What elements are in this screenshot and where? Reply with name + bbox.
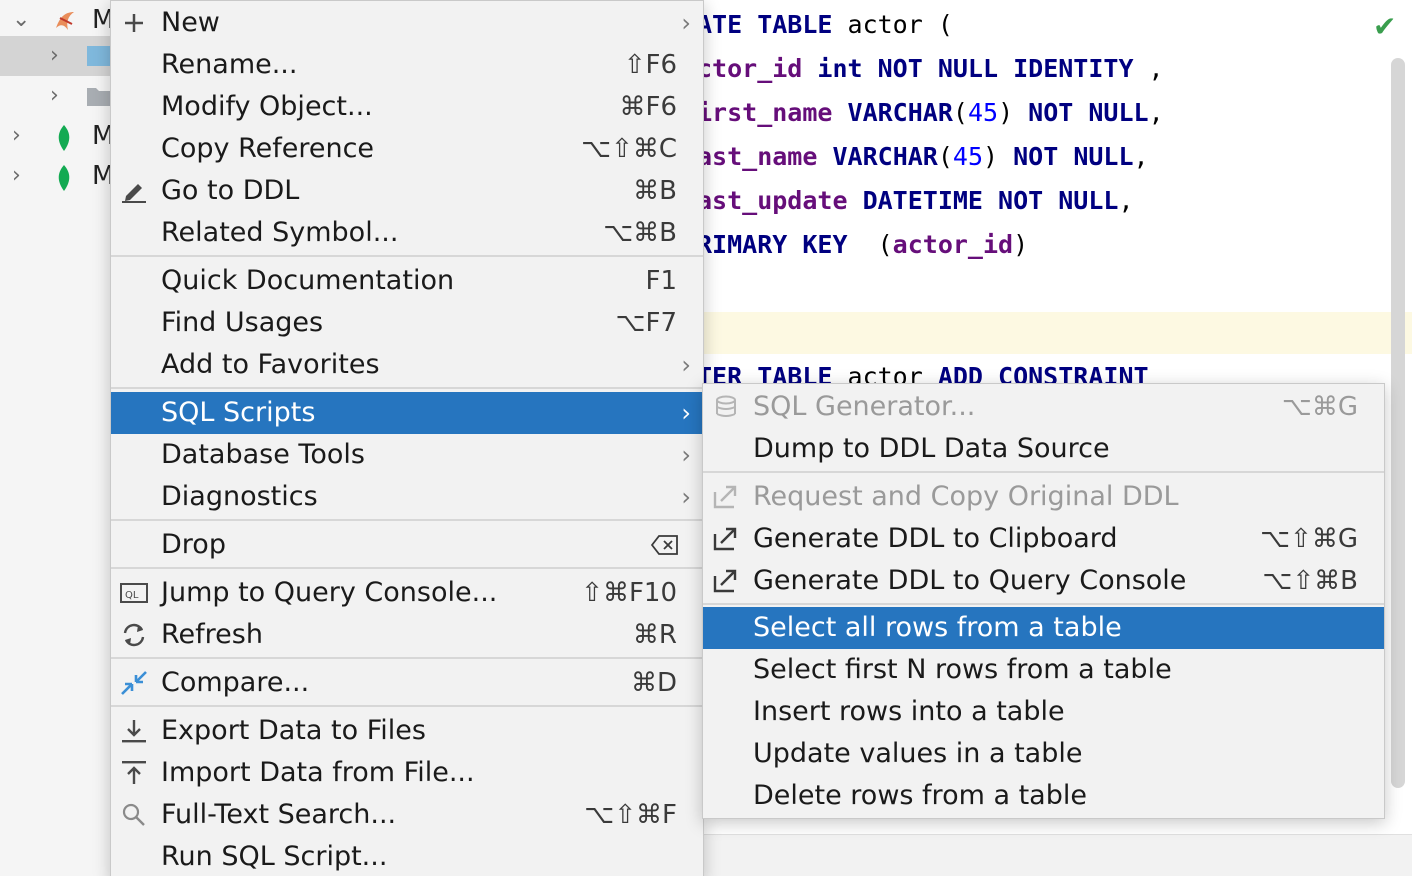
tree-row-mongo-2[interactable]: › M bbox=[0, 156, 114, 196]
chevron-right-icon: › bbox=[681, 399, 691, 427]
project-tree: ⌄ M › › › M › M bbox=[0, 0, 114, 876]
shortcut: ⌘D bbox=[630, 668, 677, 698]
shortcut: F1 bbox=[645, 266, 678, 296]
menu-item-import-data[interactable]: Import Data from File... bbox=[111, 752, 703, 794]
menu-item-generate-ddl-console[interactable]: Generate DDL to Query Console ⌥⇧⌘B bbox=[703, 560, 1384, 602]
menu-item-dump-to-ddl[interactable]: Dump to DDL Data Source bbox=[703, 428, 1384, 470]
query-console-icon: QL bbox=[120, 583, 148, 603]
code-line: ast_update DATETIME NOT NULL, bbox=[703, 186, 1134, 215]
chevron-right-icon[interactable]: › bbox=[50, 76, 59, 116]
menu-separator bbox=[111, 519, 703, 521]
schema-icon bbox=[87, 46, 111, 66]
chevron-right-icon: › bbox=[681, 441, 691, 469]
code-line: ctor_id int NOT NULL IDENTITY , bbox=[703, 54, 1164, 83]
sql-generator-icon bbox=[716, 395, 736, 417]
menu-item-diagnostics[interactable]: Diagnostics › bbox=[111, 476, 703, 518]
menu-item-related-symbol[interactable]: Related Symbol... ⌥⌘B bbox=[111, 212, 703, 254]
plus-icon bbox=[125, 14, 143, 32]
menu-item-jump-to-query-console[interactable]: QL Jump to Query Console... ⇧⌘F10 bbox=[111, 572, 703, 614]
export-arrow-icon bbox=[713, 485, 737, 509]
menu-separator bbox=[111, 705, 703, 707]
code-line: irst_name VARCHAR(45) NOT NULL, bbox=[703, 98, 1164, 127]
menu-separator bbox=[111, 657, 703, 659]
refresh-icon bbox=[123, 623, 145, 647]
menu-separator bbox=[111, 387, 703, 389]
menu-item-update-values[interactable]: Update values in a table bbox=[703, 733, 1384, 775]
menu-item-request-copy-ddl[interactable]: Request and Copy Original DDL bbox=[703, 476, 1384, 518]
tree-row-mongo-1[interactable]: › M bbox=[0, 116, 114, 156]
context-menu: New › Rename... ⇧F6 Modify Object... ⌘F6… bbox=[110, 0, 704, 876]
sql-scripts-submenu: SQL Generator... ⌥⌘G Dump to DDL Data So… bbox=[702, 383, 1385, 819]
compare-icon bbox=[121, 671, 147, 695]
shortcut: ⇧F6 bbox=[623, 50, 677, 80]
chevron-down-icon[interactable]: ⌄ bbox=[12, 0, 30, 40]
export-arrow-icon bbox=[713, 569, 737, 593]
export-arrow-icon bbox=[713, 527, 737, 551]
chevron-right-icon: › bbox=[681, 9, 691, 37]
caret-line-highlight bbox=[703, 312, 1412, 354]
menu-item-rename[interactable]: Rename... ⇧F6 bbox=[111, 44, 703, 86]
menu-item-insert-rows[interactable]: Insert rows into a table bbox=[703, 691, 1384, 733]
mongodb-icon bbox=[58, 125, 70, 151]
menu-separator bbox=[111, 255, 703, 257]
shortcut: ⇧⌘F10 bbox=[581, 578, 677, 608]
code-line: RIMARY KEY (actor_id) bbox=[703, 230, 1029, 259]
shortcut: ⌥⌘G bbox=[1281, 392, 1358, 422]
menu-separator bbox=[111, 567, 703, 569]
menu-item-copy-reference[interactable]: Copy Reference ⌥⇧⌘C bbox=[111, 128, 703, 170]
chevron-right-icon[interactable]: › bbox=[12, 116, 21, 156]
menu-item-new[interactable]: New › bbox=[111, 2, 703, 44]
svg-text:QL: QL bbox=[125, 590, 139, 601]
folder-icon bbox=[87, 88, 111, 106]
inspection-ok-icon[interactable]: ✔ bbox=[1373, 10, 1396, 43]
menu-item-select-all-rows[interactable]: Select all rows from a table bbox=[703, 607, 1384, 649]
menu-separator bbox=[703, 471, 1384, 473]
vertical-scrollbar[interactable] bbox=[1391, 58, 1405, 788]
pencil-icon bbox=[122, 184, 146, 203]
shortcut: ⌥⇧⌘B bbox=[1262, 566, 1358, 596]
chevron-right-icon: › bbox=[681, 483, 691, 511]
menu-item-database-tools[interactable]: Database Tools › bbox=[111, 434, 703, 476]
code-line: ast_name VARCHAR(45) NOT NULL, bbox=[703, 142, 1149, 171]
menu-item-compare[interactable]: Compare... ⌘D bbox=[111, 662, 703, 704]
menu-item-drop[interactable]: Drop bbox=[111, 524, 703, 566]
tree-row-folder[interactable]: › bbox=[0, 76, 112, 116]
download-icon bbox=[122, 720, 146, 743]
menu-item-generate-ddl-clipboard[interactable]: Generate DDL to Clipboard ⌥⇧⌘G bbox=[703, 518, 1384, 560]
menu-item-add-to-favorites[interactable]: Add to Favorites › bbox=[111, 344, 703, 386]
menu-item-modify-object[interactable]: Modify Object... ⌘F6 bbox=[111, 86, 703, 128]
menu-item-full-text-search[interactable]: Full-Text Search... ⌥⇧⌘F bbox=[111, 794, 703, 836]
chevron-right-icon[interactable]: › bbox=[50, 36, 59, 76]
menu-separator bbox=[703, 603, 1384, 605]
menu-item-find-usages[interactable]: Find Usages ⌥F7 bbox=[111, 302, 703, 344]
shortcut: ⌘F6 bbox=[619, 92, 678, 122]
tree-row-schema[interactable]: › bbox=[0, 36, 112, 76]
menu-item-run-sql-script[interactable]: Run SQL Script... bbox=[111, 836, 703, 876]
shortcut: ⌥⌘B bbox=[603, 218, 677, 248]
menu-item-refresh[interactable]: Refresh ⌘R bbox=[111, 614, 703, 656]
shortcut: ⌥F7 bbox=[615, 308, 677, 338]
search-icon bbox=[122, 803, 145, 826]
shortcut: ⌥⇧⌘C bbox=[581, 134, 677, 164]
chevron-right-icon: › bbox=[681, 351, 691, 379]
mongodb-icon bbox=[58, 165, 70, 191]
editor-bottom-bar bbox=[703, 834, 1412, 876]
menu-item-quick-documentation[interactable]: Quick Documentation F1 bbox=[111, 260, 703, 302]
menu-item-delete-rows[interactable]: Delete rows from a table bbox=[703, 775, 1384, 817]
menu-item-sql-scripts[interactable]: SQL Scripts › bbox=[111, 392, 703, 434]
chevron-right-icon[interactable]: › bbox=[12, 156, 21, 196]
code-line: ATE TABLE actor ( bbox=[703, 10, 953, 39]
shortcut: ⌥⇧⌘F bbox=[584, 800, 677, 830]
menu-item-go-to-ddl[interactable]: Go to DDL ⌘B bbox=[111, 170, 703, 212]
menu-item-select-first-n-rows[interactable]: Select first N rows from a table bbox=[703, 649, 1384, 691]
menu-item-sql-generator[interactable]: SQL Generator... ⌥⌘G bbox=[703, 386, 1384, 428]
upload-icon bbox=[122, 761, 146, 784]
delete-key-icon bbox=[651, 535, 678, 555]
shortcut: ⌥⇧⌘G bbox=[1260, 524, 1358, 554]
shortcut: ⌘R bbox=[632, 620, 677, 650]
sql-server-icon bbox=[56, 12, 74, 30]
shortcut: ⌘B bbox=[633, 176, 677, 206]
tree-row-root[interactable]: ⌄ M bbox=[0, 0, 114, 40]
menu-item-export-data[interactable]: Export Data to Files bbox=[111, 710, 703, 752]
